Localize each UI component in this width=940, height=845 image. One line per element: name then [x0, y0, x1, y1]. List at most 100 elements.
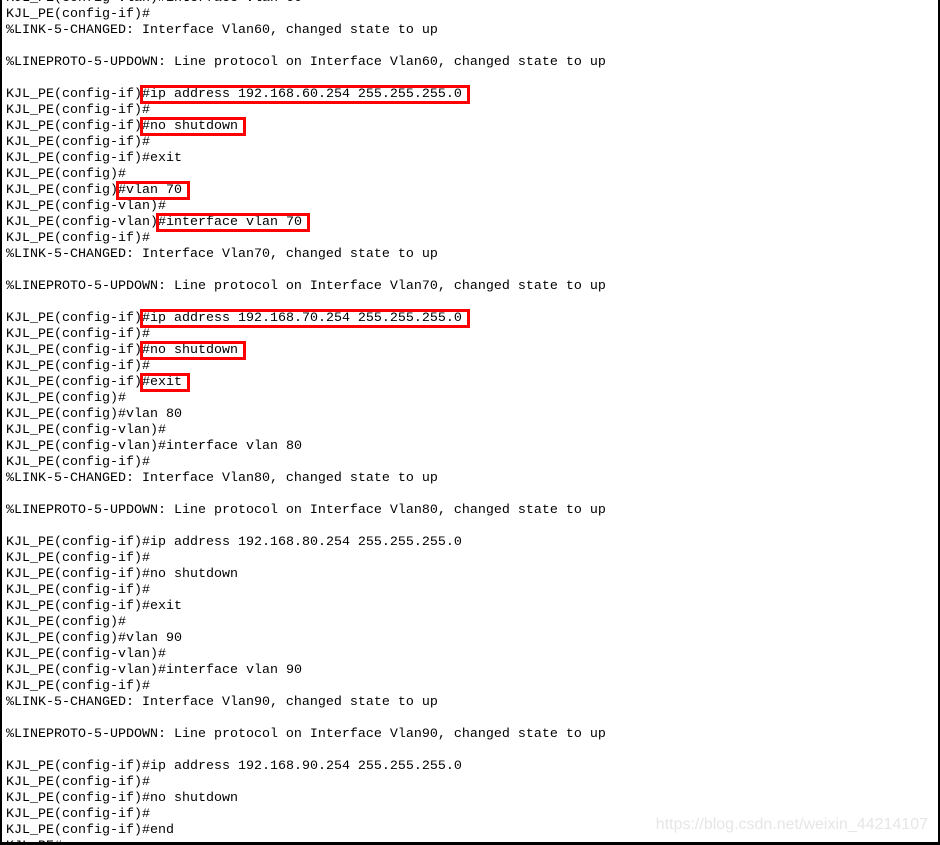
terminal-line: KJL_PE(config-if)# [6, 135, 606, 151]
prompt: KJL_PE(config-if) [6, 599, 142, 614]
prompt: KJL_PE(config-if) [6, 87, 142, 102]
command: # [157, 199, 166, 214]
prompt: KJL_PE(config-if) [6, 679, 142, 694]
command: # [157, 647, 166, 662]
command: #interface vlan 60 [158, 0, 302, 6]
prompt: %LINK-5-CHANGED: Interface Vlan60, chang… [6, 23, 438, 38]
prompt: KJL_PE(config) [6, 391, 118, 406]
terminal-line: KJL_PE(config-if)#exit [6, 373, 606, 392]
prompt: KJL_PE(config-vlan) [6, 663, 158, 678]
command: #vlan 90 [117, 631, 182, 646]
command: #end [141, 823, 174, 838]
terminal-line: %LINEPROTO-5-UPDOWN: Line protocol on In… [6, 279, 606, 295]
prompt: KJL_PE(config-if) [6, 231, 142, 246]
prompt: %LINEPROTO-5-UPDOWN: Line protocol on In… [6, 279, 606, 294]
prompt: KJL_PE(config-if) [6, 551, 142, 566]
highlighted-command: #no shutdown [139, 117, 246, 136]
terminal-line: KJL_PE(config-if)# [6, 551, 606, 567]
terminal-line: KJL_PE(config-if)# [6, 583, 606, 599]
terminal-line: %LINK-5-CHANGED: Interface Vlan90, chang… [6, 695, 606, 711]
prompt: KJL_PE(config) [6, 631, 118, 646]
command: # [141, 327, 150, 342]
terminal-line: %LINEPROTO-5-UPDOWN: Line protocol on In… [6, 503, 606, 519]
terminal-line: KJL_PE(config)# [6, 167, 606, 183]
prompt: KJL_PE(config-if) [6, 759, 142, 774]
prompt: KJL_PE(config) [6, 407, 118, 422]
terminal-line: KJL_PE(config-vlan)#interface vlan 60 [6, 0, 606, 7]
terminal-line: KJL_PE(config-if)# [6, 7, 606, 23]
terminal-line: KJL_PE(config-vlan)#interface vlan 90 [6, 663, 606, 679]
terminal-line: KJL_PE(config-vlan)#interface vlan 80 [6, 439, 606, 455]
terminal-line: KJL_PE(config-if)#no shutdown [6, 341, 606, 360]
highlighted-command: #interface vlan 70 [155, 213, 310, 232]
prompt: KJL_PE(config-if) [6, 7, 142, 22]
prompt: %LINEPROTO-5-UPDOWN: Line protocol on In… [6, 503, 606, 518]
terminal-line: KJL_PE(config)# [6, 615, 606, 631]
command: # [117, 615, 126, 630]
command: #interface vlan 80 [157, 439, 302, 454]
prompt: %LINK-5-CHANGED: Interface Vlan80, chang… [6, 471, 438, 486]
command: # [141, 359, 150, 374]
terminal-line: KJL_PE(config)#vlan 70 [6, 181, 606, 200]
command: # [157, 423, 166, 438]
prompt: KJL_PE(config-if) [6, 375, 142, 390]
command: # [141, 7, 150, 22]
prompt: KJL_PE(config-if) [6, 311, 142, 326]
terminal-line: KJL_PE(config-if)# [6, 103, 606, 119]
command: #exit [141, 599, 182, 614]
terminal-line: KJL_PE(config-if)# [6, 807, 606, 823]
prompt: %LINEPROTO-5-UPDOWN: Line protocol on In… [6, 727, 606, 742]
terminal-line: KJL_PE(config-if)# [6, 775, 606, 791]
terminal-line: KJL_PE(config)# [6, 391, 606, 407]
prompt: KJL_PE(config-vlan) [6, 215, 158, 230]
command: #no shutdown [141, 567, 238, 582]
prompt: KJL_PE [6, 839, 54, 842]
terminal-line: KJL_PE(config-vlan)#interface vlan 70 [6, 213, 606, 232]
prompt: KJL_PE(config-vlan) [6, 647, 158, 662]
terminal-line: KJL_PE(config-vlan)# [6, 647, 606, 663]
prompt: KJL_PE(config-vlan) [6, 439, 158, 454]
terminal-line: KJL_PE(config-if)#ip address 192.168.80.… [6, 535, 606, 551]
terminal-line: %LINK-5-CHANGED: Interface Vlan70, chang… [6, 247, 606, 263]
highlighted-command: #ip address 192.168.60.254 255.255.255.0 [139, 85, 470, 104]
command: #interface vlan 90 [157, 663, 302, 678]
prompt: KJL_PE(config-if) [6, 583, 142, 598]
highlighted-command: #vlan 70 [115, 181, 190, 200]
highlighted-command: #ip address 192.168.70.254 255.255.255.0 [139, 309, 470, 328]
command: # [141, 455, 150, 470]
command: # [141, 807, 150, 822]
prompt: %LINEPROTO-5-UPDOWN: Line protocol on In… [6, 55, 606, 70]
command: #ip address 192.168.90.254 255.255.255.0 [141, 759, 462, 774]
prompt: KJL_PE(config-vlan) [6, 199, 158, 214]
prompt: KJL_PE(config-if) [6, 455, 142, 470]
command: #exit [141, 151, 182, 166]
terminal-line: KJL_PE(config-if)#ip address 192.168.70.… [6, 309, 606, 328]
command: #ip address 192.168.80.254 255.255.255.0 [141, 535, 462, 550]
terminal-line: KJL_PE(config)#vlan 80 [6, 407, 606, 423]
terminal-line: %LINK-5-CHANGED: Interface Vlan60, chang… [6, 23, 606, 39]
terminal-line: KJL_PE(config-vlan)# [6, 199, 606, 215]
terminal-output[interactable]: KJL_PE(config-vlan)#interface vlan 60KJL… [6, 0, 606, 842]
command: #vlan 80 [117, 407, 182, 422]
command: # [141, 775, 150, 790]
prompt: KJL_PE(config) [6, 183, 118, 198]
prompt: KJL_PE(config-if) [6, 135, 142, 150]
command: #no shutdown [141, 791, 238, 806]
command: # [141, 231, 150, 246]
terminal-line: KJL_PE# [6, 839, 606, 842]
highlighted-command: #no shutdown [139, 341, 246, 360]
prompt: KJL_PE(config) [6, 167, 118, 182]
terminal-line: KJL_PE(config-if)#no shutdown [6, 791, 606, 807]
terminal-line: %LINEPROTO-5-UPDOWN: Line protocol on In… [6, 55, 606, 71]
command: # [54, 839, 62, 842]
prompt: KJL_PE(config-if) [6, 151, 142, 166]
prompt: KJL_PE(config-vlan) [6, 0, 158, 6]
prompt: %LINK-5-CHANGED: Interface Vlan90, chang… [6, 695, 438, 710]
terminal-line: KJL_PE(config-if)#no shutdown [6, 567, 606, 583]
